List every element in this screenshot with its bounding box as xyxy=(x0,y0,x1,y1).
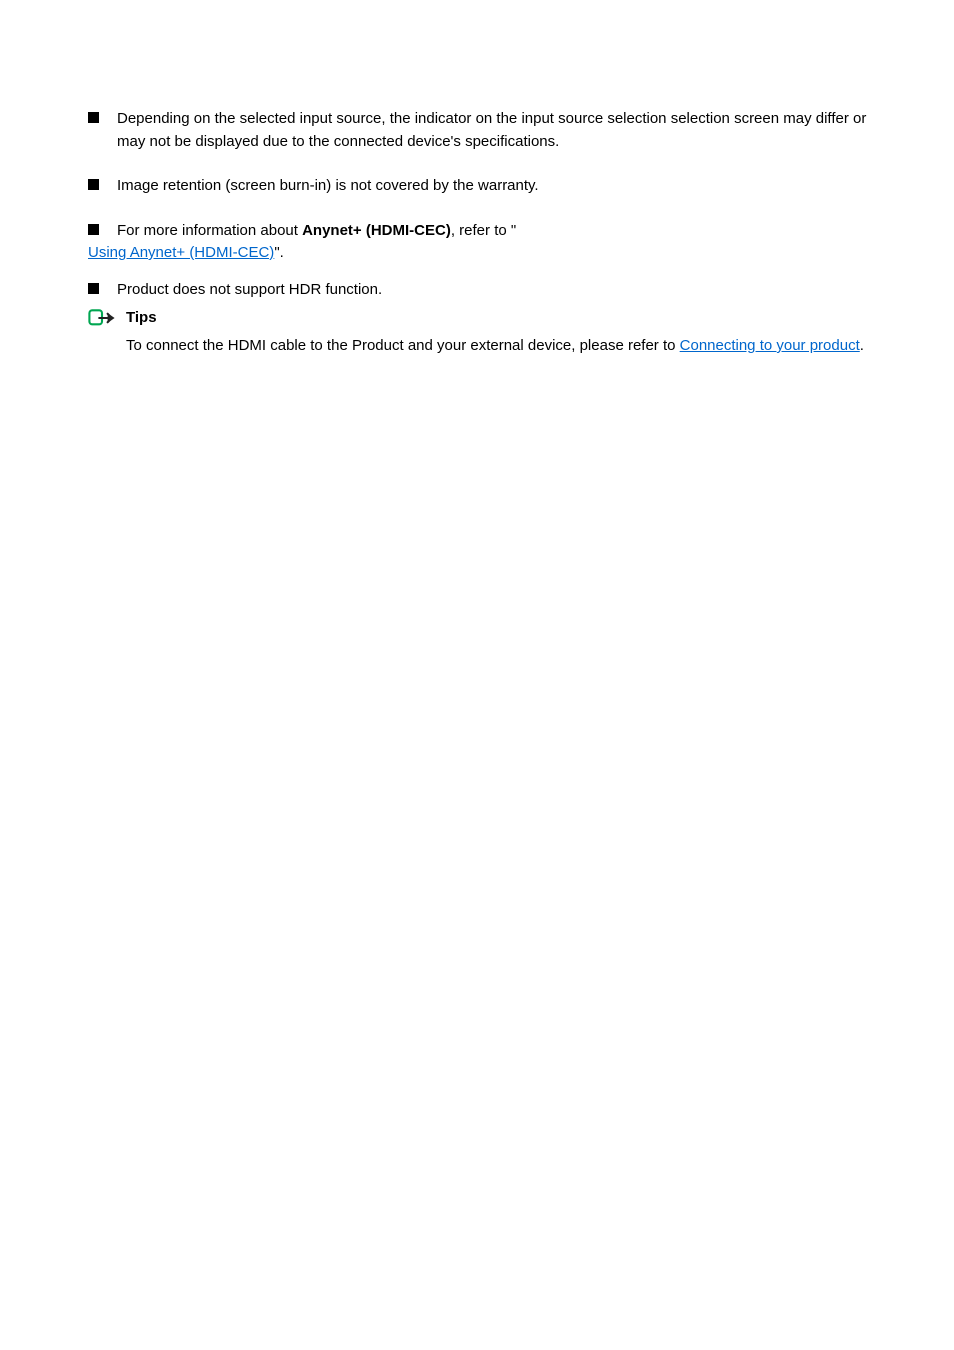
list-item: Image retention (screen burn-in) is not … xyxy=(88,175,868,198)
bold-text: Anynet+ (HDMI-CEC) xyxy=(302,222,451,239)
bullet-icon xyxy=(88,224,99,235)
bullet-icon xyxy=(88,283,99,294)
text-segment: For more information about xyxy=(117,222,302,239)
bullet-text: Image retention (screen burn-in) is not … xyxy=(117,175,539,198)
list-item: For more information about Anynet+ (HDMI… xyxy=(88,220,868,243)
bullet-text: For more information about Anynet+ (HDMI… xyxy=(117,220,516,243)
tip-label: Tips xyxy=(126,309,157,326)
link-line: Using Anynet+ (HDMI-CEC)". xyxy=(88,242,868,265)
list-item: Product does not support HDR function. xyxy=(88,279,868,302)
bullet-icon xyxy=(88,112,99,123)
bullet-text: Product does not support HDR function. xyxy=(117,279,382,302)
bullet-icon xyxy=(88,179,99,190)
anynet-link[interactable]: Using Anynet+ (HDMI-CEC) xyxy=(88,244,274,261)
tip-row: Tips xyxy=(88,307,868,329)
text-segment: To connect the HDMI cable to the Product… xyxy=(126,337,680,354)
list-item: Depending on the selected input source, … xyxy=(88,108,868,153)
text-segment: ". xyxy=(274,244,284,261)
tip-icon xyxy=(88,307,116,329)
text-segment: . xyxy=(860,337,864,354)
connecting-link[interactable]: Connecting to your product xyxy=(680,337,860,354)
bullet-text: Depending on the selected input source, … xyxy=(117,108,868,153)
tip-content: To connect the HDMI cable to the Product… xyxy=(126,335,868,358)
text-segment: , refer to " xyxy=(451,222,516,239)
